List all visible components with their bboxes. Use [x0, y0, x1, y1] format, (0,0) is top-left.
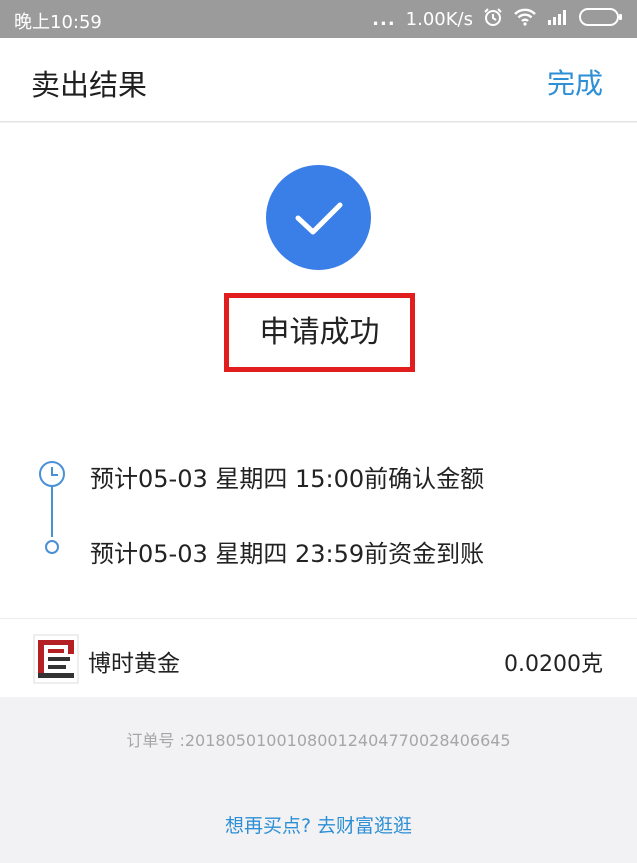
status-bar: 晚上10:59 ... 1.00K/s — [0, 0, 637, 38]
signal-icon — [547, 9, 569, 30]
status-dots: ... — [372, 8, 396, 30]
wifi-icon — [513, 8, 537, 31]
result-panel: 申请成功 预计05-03 星期四 15:00前确认金额 预计05-03 星期四 … — [0, 123, 637, 618]
done-button[interactable]: 完成 — [547, 62, 603, 102]
clock-icon — [38, 460, 66, 492]
success-status-text: 申请成功 — [259, 315, 380, 350]
product-row[interactable]: 博时黄金 0.0200克 — [0, 618, 637, 697]
success-highlight-box: 申请成功 — [224, 293, 415, 372]
battery-icon — [579, 7, 623, 32]
status-icons: ... 1.00K/s — [372, 7, 623, 31]
order-number: 订单号 :2018050100108001240477002840664​5 — [126, 731, 511, 750]
timeline-step-arrival: 预计05-03 星期四 23:59前资金到账 — [90, 540, 485, 568]
product-amount: 0.0200克 — [504, 652, 603, 677]
timeline-step-confirm: 预计05-03 星期四 15:00前确认金额 — [90, 465, 485, 493]
header-bar: 卖出结果 完成 — [0, 38, 637, 122]
product-name: 博时黄金 — [88, 651, 180, 677]
success-badge — [266, 165, 371, 270]
bosera-logo — [33, 634, 79, 684]
dot-icon — [45, 540, 59, 554]
status-time: 晚上10:59 — [14, 12, 102, 33]
timeline-connector — [51, 485, 53, 537]
alarm-icon — [483, 7, 503, 32]
timeline: 预计05-03 星期四 15:00前确认金额 预计05-03 星期四 23:59… — [36, 455, 616, 568]
page-title: 卖出结果 — [31, 68, 148, 102]
check-icon — [295, 202, 343, 235]
buy-more-link[interactable]: 想再买点? 去财富逛逛 — [0, 811, 637, 838]
network-speed: 1.00K/s — [405, 8, 473, 30]
